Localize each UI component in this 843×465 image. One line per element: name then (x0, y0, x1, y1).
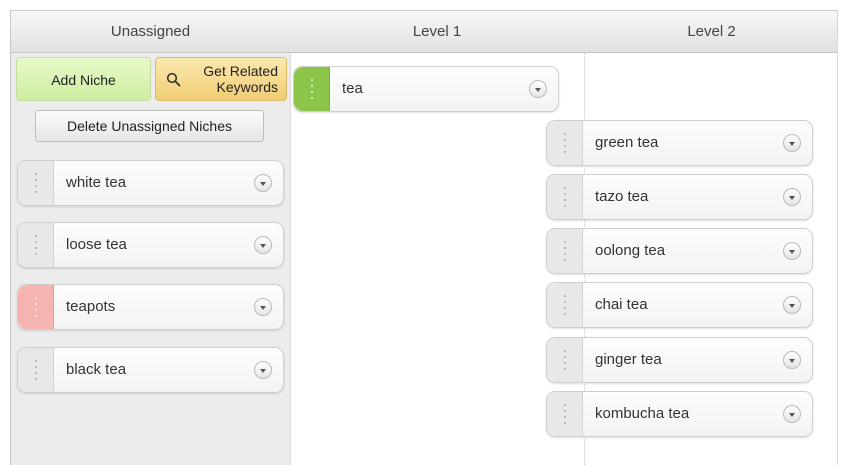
drag-handle-icon[interactable] (547, 283, 583, 327)
niche-card[interactable]: ginger tea (546, 337, 813, 383)
drag-handle-icon[interactable] (547, 175, 583, 219)
drag-handle-icon[interactable] (547, 229, 583, 273)
chevron-down-icon[interactable] (254, 361, 272, 379)
niche-card-label: teapots (66, 298, 116, 315)
niche-card[interactable]: oolong tea (546, 228, 813, 274)
niche-card-label: oolong tea (595, 242, 666, 259)
niche-card[interactable]: kombucha tea (546, 391, 813, 437)
drag-handle-icon[interactable] (294, 67, 330, 111)
drag-handle-icon[interactable] (18, 348, 54, 392)
chevron-down-icon[interactable] (783, 188, 801, 206)
niche-card[interactable]: chai tea (546, 282, 813, 328)
niche-card[interactable]: white tea (17, 160, 284, 206)
chevron-down-icon[interactable] (783, 351, 801, 369)
niche-card-label: white tea (66, 174, 127, 191)
niche-card[interactable]: black tea (17, 347, 284, 393)
niche-card[interactable]: green tea (546, 120, 813, 166)
column-title-level1: Level 1 (412, 23, 462, 40)
chevron-down-icon[interactable] (783, 405, 801, 423)
chevron-down-icon[interactable] (529, 80, 547, 98)
niche-card-selected[interactable]: tea (293, 66, 559, 112)
niche-card[interactable]: loose tea (17, 222, 284, 268)
chevron-down-icon[interactable] (254, 298, 272, 316)
niche-card-label: kombucha tea (595, 405, 690, 422)
drag-handle-icon[interactable] (547, 338, 583, 382)
drag-handle-icon[interactable] (18, 223, 54, 267)
column-title-level2: Level 2 (687, 23, 736, 40)
get-related-keywords-label: Get Related Keywords (203, 63, 278, 95)
delete-unassigned-niches-button[interactable]: Delete Unassigned Niches (35, 110, 264, 142)
drag-handle-icon[interactable] (547, 392, 583, 436)
drag-handle-icon[interactable] (547, 121, 583, 165)
niche-card[interactable]: tazo tea (546, 174, 813, 220)
niche-card-label: ginger tea (595, 351, 662, 368)
chevron-down-icon[interactable] (783, 242, 801, 260)
column-header-bar: Unassigned Level 1 Level 2 (11, 11, 837, 53)
niche-board: Unassigned Level 1 Level 2 Add Niche Get… (10, 10, 838, 465)
chevron-down-icon[interactable] (783, 296, 801, 314)
chevron-down-icon[interactable] (783, 134, 801, 152)
drag-handle-icon[interactable] (18, 161, 54, 205)
niche-card-label: tazo tea (595, 188, 649, 205)
niche-card[interactable]: teapots (17, 284, 284, 330)
niche-card-label: tea (342, 80, 363, 97)
add-niche-button[interactable]: Add Niche (16, 57, 151, 101)
niche-card-label: green tea (595, 134, 659, 151)
drag-handle-icon[interactable] (18, 285, 54, 329)
niche-card-label: loose tea (66, 236, 127, 253)
magnifier-icon (166, 72, 181, 87)
chevron-down-icon[interactable] (254, 174, 272, 192)
niche-card-label: chai tea (595, 296, 648, 313)
niche-card-label: black tea (66, 361, 127, 378)
column-title-unassigned: Unassigned (110, 23, 191, 40)
chevron-down-icon[interactable] (254, 236, 272, 254)
get-related-keywords-button[interactable]: Get Related Keywords (155, 57, 287, 101)
